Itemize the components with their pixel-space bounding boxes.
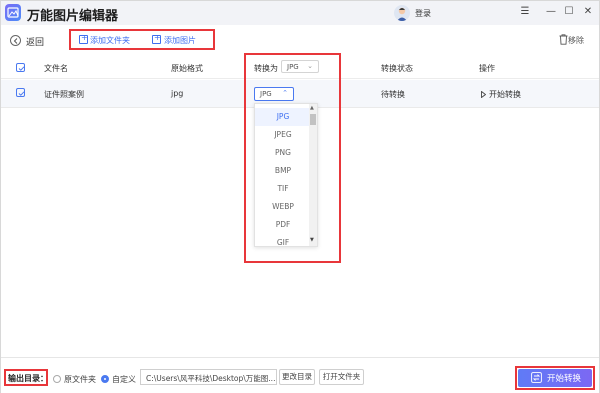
format-column-highlight-box [244, 53, 341, 263]
change-dir-button[interactable]: 更改目录 [279, 369, 315, 385]
login-link[interactable]: 登录 [415, 8, 431, 19]
radio-source-folder-label[interactable]: 原文件夹 [64, 374, 96, 385]
back-button[interactable]: 返回 [26, 35, 44, 48]
back-icon[interactable] [10, 35, 21, 46]
radio-custom[interactable] [101, 375, 109, 383]
header-filename: 文件名 [44, 64, 68, 73]
open-folder-button[interactable]: 打开文件夹 [319, 369, 364, 385]
app-title: 万能图片编辑器 [27, 9, 119, 24]
row-format: jpg [171, 89, 184, 98]
play-icon[interactable] [481, 91, 486, 98]
menu-icon[interactable]: ☰ [518, 5, 532, 19]
row-filename: 证件照案例 [44, 90, 84, 99]
start-convert-label: 开始转换 [547, 374, 582, 384]
select-all-checkbox[interactable] [16, 63, 25, 72]
output-path-value: C:\Users\风平科技\Desktop\万能图... [146, 374, 276, 383]
toolbar-highlight-box [69, 29, 215, 50]
close-icon[interactable]: ✕ [581, 5, 595, 19]
minimize-icon[interactable]: — [544, 5, 558, 19]
app-logo-icon [5, 4, 21, 21]
convert-icon [531, 372, 542, 383]
user-avatar-icon[interactable] [394, 5, 410, 21]
trash-icon[interactable] [559, 34, 568, 45]
remove-button[interactable]: 移除 [568, 35, 584, 46]
radio-custom-label[interactable]: 自定义 [112, 374, 136, 385]
title-bar: 万能图片编辑器 登录 ☰ — ☐ ✕ [1, 1, 599, 25]
header-status: 转换状态 [381, 64, 413, 73]
row-start-button[interactable]: 开始转换 [489, 89, 521, 100]
radio-source-folder[interactable] [53, 375, 61, 383]
app-window: 万能图片编辑器 登录 ☰ — ☐ ✕ 返回 添加文件夹 添加图片 移除 文件名 … [0, 0, 600, 393]
header-format: 原始格式 [171, 64, 203, 73]
row-checkbox[interactable] [16, 88, 25, 97]
output-path-field[interactable]: C:\Users\风平科技\Desktop\万能图... [140, 369, 277, 385]
row-status: 待转换 [381, 90, 405, 99]
header-action: 操作 [479, 64, 495, 73]
output-dir-label: 输出目录： [8, 374, 48, 383]
start-convert-button[interactable]: 开始转换 [518, 369, 592, 387]
maximize-icon[interactable]: ☐ [562, 5, 576, 19]
